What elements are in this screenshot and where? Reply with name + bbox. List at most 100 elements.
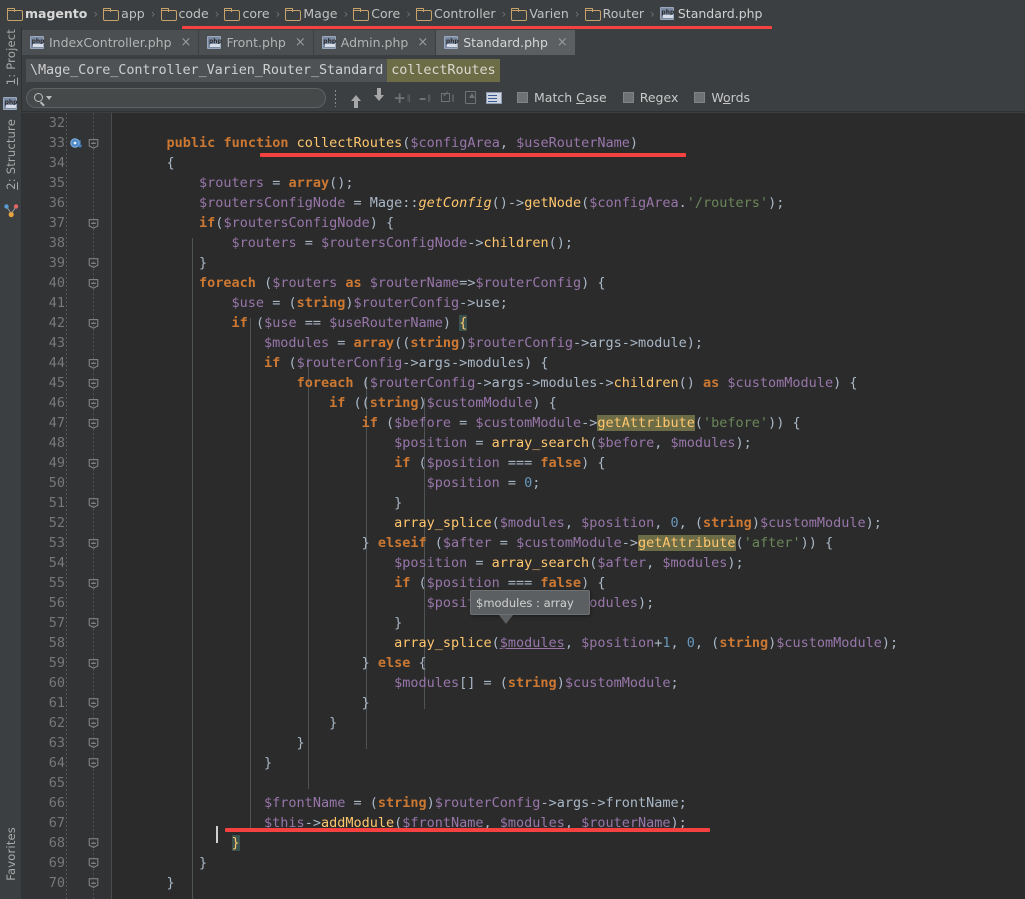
code-line[interactable]: } [112,873,898,893]
code-line[interactable]: } elseif ($after = $customModule->getAtt… [112,533,898,553]
fold-toggle-icon[interactable] [88,138,99,149]
code-line[interactable]: } [112,853,898,873]
breadcrumb-item-core-module[interactable]: Core [352,0,401,27]
open-in-find-window-button[interactable] [459,87,482,109]
search-input[interactable] [26,87,326,108]
navbar-class-path[interactable]: \Mage_Core_Controller_Varien_Router_Stan… [26,58,388,82]
breadcrumb-item-varien[interactable]: Varien [510,0,569,27]
tab-standard-php[interactable]: Standard.php × [436,30,576,55]
breadcrumb-item-controller[interactable]: Controller [415,0,497,27]
fold-toggle-icon[interactable] [88,878,99,889]
fold-toggle-icon[interactable] [88,838,99,849]
tab-admin-php[interactable]: Admin.php × [313,30,437,55]
fold-toggle-icon[interactable] [88,718,99,729]
fold-toggle-icon[interactable] [88,458,99,469]
fold-toggle-icon[interactable] [88,698,99,709]
code-line[interactable]: $position = array_search($after, $module… [112,553,898,573]
code-line[interactable]: foreach ($routers as $routerName=>$route… [112,273,898,293]
find-next-button[interactable] [367,87,390,109]
fold-toggle-icon[interactable] [88,618,99,629]
navbar-member[interactable]: collectRoutes [387,58,500,82]
fold-toggle-icon[interactable] [88,358,99,369]
fold-toggle-icon[interactable] [88,278,99,289]
code-line[interactable]: } [112,253,898,273]
chevron-down-icon[interactable] [46,95,52,100]
breadcrumb-item-standard-php[interactable]: Standard.php [659,0,764,27]
remove-selection-button[interactable]: – || [413,87,436,109]
editor-gutter[interactable]: 32 33 34 35 36 37 38 39 40 41 42 43 44 45 46 47 48 49 50 51… [22,113,112,899]
code-line[interactable]: $routers = array(); [112,173,898,193]
close-icon[interactable]: × [295,36,306,49]
overriding-method-icon[interactable] [70,136,83,149]
code-line[interactable]: } [112,713,898,733]
code-line[interactable]: $routers = $routersConfigNode->children(… [112,233,898,253]
code-line[interactable]: $modules[] = (string)$customModule; [112,673,898,693]
code-line[interactable]: $modules = array((string)$routerConfig->… [112,333,898,353]
breadcrumb-item-core[interactable]: core [223,0,270,27]
fold-toggle-icon[interactable] [88,858,99,869]
regex-checkbox[interactable]: Regex [622,90,678,105]
close-icon[interactable]: × [557,36,568,49]
code-line[interactable] [112,773,898,793]
source-code[interactable]: public function collectRoutes($configAre… [112,113,899,893]
tool-button-structure[interactable]: 2: Structure [4,119,18,190]
match-case-checkbox[interactable]: Match Case [517,90,607,105]
code-line[interactable]: } [112,833,898,853]
breadcrumb-item-router[interactable]: Router [584,0,645,27]
code-line[interactable]: $position = array_search($before, $modul… [112,433,898,453]
close-icon[interactable]: × [181,36,192,49]
line-number: 59 [48,655,65,671]
fold-toggle-icon[interactable] [88,318,99,329]
fold-toggle-icon[interactable] [88,378,99,389]
tab-indexcontroller-php[interactable]: IndexController.php × [22,30,200,55]
fold-toggle-icon[interactable] [88,538,99,549]
code-line[interactable]: if($routersConfigNode) { [112,213,898,233]
code-line[interactable]: } [112,753,898,773]
tab-front-php[interactable]: Front.php × [199,30,314,55]
code-line[interactable]: } else { [112,653,898,673]
code-text-area[interactable]: public function collectRoutes($configAre… [112,113,1025,899]
code-line[interactable]: if ($use == $useRouterName) { [112,313,898,333]
code-line[interactable]: array_splice($modules, $position, 0, (st… [112,513,898,533]
breadcrumb-separator: › [214,6,220,21]
code-line[interactable] [112,113,898,133]
code-line[interactable]: array_splice($modules, $position+1, 0, (… [112,633,898,653]
code-line[interactable]: } [112,693,898,713]
code-line[interactable]: $frontName = (string)$routerConfig->args… [112,793,898,813]
code-line[interactable]: } [112,493,898,513]
code-line[interactable]: if ($position === false) { [112,453,898,473]
breadcrumb-item-code[interactable]: code [160,0,210,27]
fold-toggle-icon[interactable] [88,398,99,409]
fold-toggle-icon[interactable] [88,218,99,229]
close-icon[interactable]: × [417,36,428,49]
code-line[interactable]: foreach ($routerConfig->args->modules->c… [112,373,898,393]
toolbar-drag-handle[interactable] [334,88,337,107]
fold-toggle-icon[interactable] [88,258,99,269]
filter-button[interactable] [482,87,505,109]
code-line[interactable]: if ($before = $customModule->getAttribut… [112,413,898,433]
code-line[interactable]: $use = (string)$routerConfig->use; [112,293,898,313]
fold-toggle-icon[interactable] [88,738,99,749]
tool-button-project[interactable]: 1: Project [4,29,18,85]
breadcrumb-item-mage[interactable]: Mage [284,0,338,27]
code-line[interactable]: } [112,733,898,753]
add-selection-button[interactable]: + || [390,87,413,109]
breadcrumb-item-app[interactable]: app [102,0,146,27]
line-number: 39 [48,255,65,271]
code-line[interactable]: $routersConfigNode = Mage::getConfig()->… [112,193,898,213]
code-line[interactable]: public function collectRoutes($configAre… [112,133,898,153]
breadcrumb-item-magento[interactable]: magento [6,0,88,27]
code-editor[interactable]: 32 33 34 35 36 37 38 39 40 41 42 43 44 45 46 47 48 49 50 51… [22,113,1025,899]
fold-toggle-icon[interactable] [88,498,99,509]
select-all-occurrences-button[interactable]: || [436,87,459,109]
words-checkbox[interactable]: Words [694,90,750,105]
fold-toggle-icon[interactable] [88,578,99,589]
tool-button-favorites[interactable]: Favorites [4,827,18,881]
fold-toggle-icon[interactable] [88,418,99,429]
code-line[interactable]: if ($routerConfig->args->modules) { [112,353,898,373]
code-line[interactable]: $position = 0; [112,473,898,493]
find-previous-button[interactable] [344,87,367,109]
fold-toggle-icon[interactable] [88,758,99,769]
code-line[interactable]: if ((string)$customModule) { [112,393,898,413]
fold-toggle-icon[interactable] [88,658,99,669]
